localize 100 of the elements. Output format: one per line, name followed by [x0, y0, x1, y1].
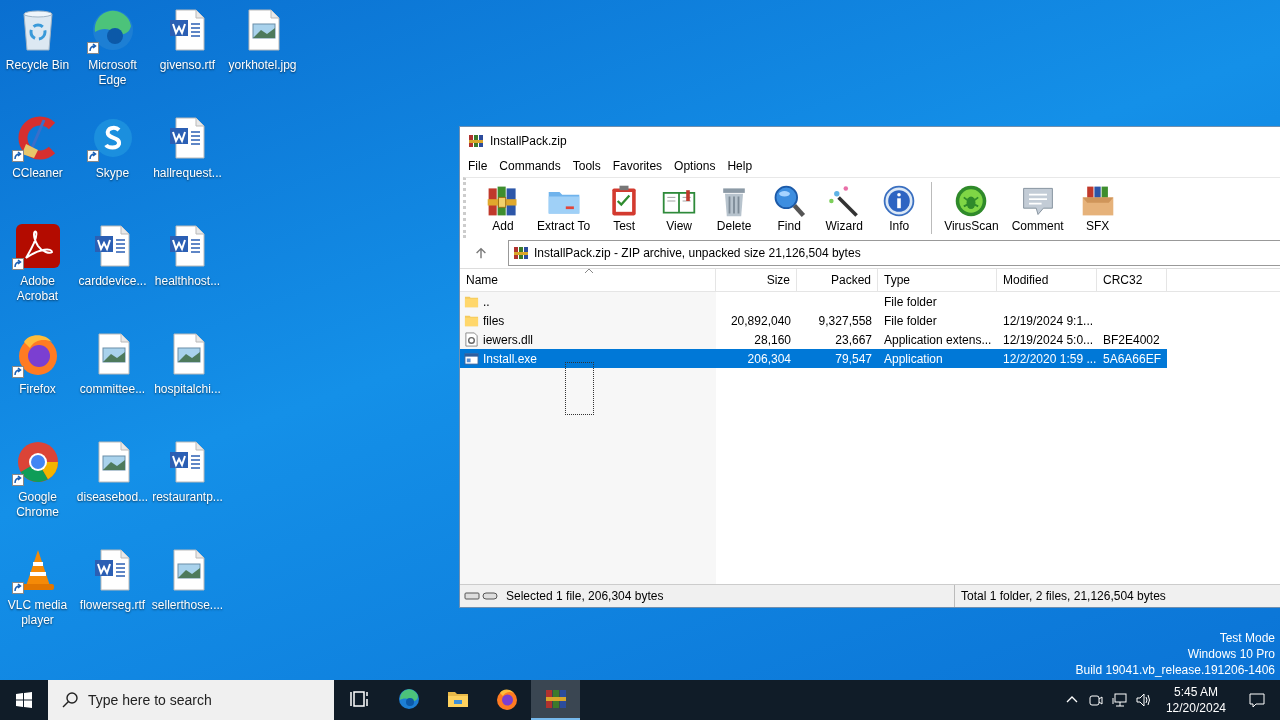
table-cell: 23,667: [835, 332, 872, 347]
acrobat-icon: [13, 222, 62, 270]
desktop-shortcut[interactable]: CCleaner: [0, 114, 75, 222]
desktop-shortcut[interactable]: Firefox: [0, 330, 75, 438]
column-header[interactable]: Packed: [797, 269, 878, 291]
table-cell: 9,327,558: [818, 313, 872, 328]
column-header[interactable]: Modified: [997, 269, 1097, 291]
gear-file-icon: [464, 332, 479, 347]
desktop-shortcut-label: Skype: [94, 166, 131, 181]
window-icon: [464, 351, 479, 366]
desktop-shortcut[interactable]: Adobe Acrobat: [0, 222, 75, 330]
desktop-shortcut-label: flowerseg.rtf: [78, 598, 147, 613]
toolbar-button[interactable]: Extract To: [533, 183, 595, 233]
menu-item[interactable]: Help: [721, 157, 759, 175]
table-cell: 28,160: [754, 332, 791, 347]
toolbar-button[interactable]: Info: [874, 183, 925, 233]
file-row[interactable]: files 20,892,040 9,327,558 File folder 12/19/2024 9:1...: [460, 311, 1167, 330]
desktop-shortcut-label: yorkhotel.jpg: [227, 58, 298, 73]
table-cell: 12/19/2024 5:0...: [1003, 332, 1094, 347]
menu-item[interactable]: Favorites: [606, 157, 669, 175]
search-field[interactable]: Type here to search: [48, 680, 334, 720]
column-header[interactable]: Name: [460, 269, 716, 291]
address-field[interactable]: InstallPack.zip - ZIP archive, unpacked size 21,126,504 bytes: [508, 240, 1280, 266]
desktop-shortcut-label: carddevice...: [77, 274, 148, 289]
desktop-shortcut-label: hallrequest...: [152, 166, 223, 181]
windows-logo-icon: [16, 692, 32, 708]
network-icon[interactable]: [1111, 692, 1128, 708]
column-header[interactable]: CRC32: [1097, 269, 1167, 291]
clock[interactable]: 5:45 AM 12/20/2024: [1159, 684, 1232, 716]
toolbar-button[interactable]: Delete: [709, 183, 760, 233]
table-cell: BF2E4002: [1103, 332, 1160, 347]
toolbar-button[interactable]: Add: [478, 183, 528, 233]
firefox-icon: [494, 687, 519, 711]
folder-icon: [464, 313, 479, 328]
menu-item[interactable]: File: [462, 157, 494, 175]
desktop-shortcut-label: Firefox: [18, 382, 57, 397]
file-name: Install.exe: [483, 351, 538, 366]
menu-item[interactable]: Commands: [493, 157, 567, 175]
desktop-shortcut[interactable]: healthhost...: [150, 222, 225, 330]
desktop-shortcut-label: Adobe Acrobat: [15, 274, 60, 304]
notification-icon[interactable]: [1248, 691, 1266, 709]
status-text: Selected 1 file, 206,304 bytes: [506, 589, 664, 603]
desktop-shortcut-label: VLC media player: [6, 598, 69, 628]
desktop-shortcut-label: givenso.rtf: [158, 58, 217, 73]
desktop-shortcut[interactable]: sellerthose....: [150, 546, 225, 654]
camera-icon[interactable]: [1087, 692, 1104, 708]
file-name: ..: [483, 294, 490, 309]
desktop-shortcut-label: diseasebod...: [75, 490, 150, 505]
desktop-shortcut-label: committee...: [78, 382, 147, 397]
toolbar-button[interactable]: SFX: [1072, 183, 1123, 233]
archive-icon: [468, 133, 484, 149]
desktop-shortcut[interactable]: Recycle Bin: [0, 6, 75, 114]
column-header[interactable]: Size: [716, 269, 797, 291]
file-row[interactable]: .. File folder: [460, 292, 1167, 311]
selection-marquee: [565, 362, 594, 415]
file-row[interactable]: iewers.dll 28,160 23,667 Application extens... 12/19/2024 5:0... BF2E4002: [460, 330, 1167, 349]
table-cell: 12/2/2020 1:59 ...: [1003, 351, 1097, 366]
toolbar-button[interactable]: Find: [764, 183, 815, 233]
desktop-shortcut-label: sellerthose....: [150, 598, 225, 613]
file-row[interactable]: Install.exe 206,304 79,547 Application 12/2/2020 1:59 ... 5A6A66EF: [460, 349, 1167, 368]
up-arrow-icon[interactable]: [474, 246, 488, 260]
desktop-shortcut-label: healthhost...: [153, 274, 222, 289]
desktop-shortcut[interactable]: Skype: [75, 114, 150, 222]
file-name: iewers.dll: [483, 332, 533, 347]
desktop-shortcut[interactable]: Microsoft Edge: [75, 6, 150, 114]
toolbar-button[interactable]: Test: [599, 183, 650, 233]
menu-item[interactable]: Tools: [566, 157, 607, 175]
desktop-shortcut-label: restaurantp...: [151, 490, 224, 505]
desktop-shortcut-label: Microsoft Edge: [87, 58, 138, 88]
desktop-shortcut-label: Google Chrome: [15, 490, 60, 520]
status-text: Total 1 folder, 2 files, 21,126,504 bytes: [961, 589, 1166, 603]
toolbar-button[interactable]: Wizard: [819, 183, 870, 233]
desktop-shortcut[interactable]: VLC media player: [0, 546, 75, 654]
desktop-shortcut[interactable]: yorkhotel.jpg: [225, 6, 300, 114]
table-cell: 79,547: [835, 351, 872, 366]
archive-icon: [543, 687, 568, 711]
table-cell: Application: [884, 351, 943, 366]
toolbar-button[interactable]: View: [654, 183, 705, 233]
desktop-shortcut-label: hospitalchi...: [153, 382, 222, 397]
windows-build-text: Build 19041.vb_release.191206-1406: [1075, 662, 1275, 678]
column-header[interactable]: Type: [878, 269, 997, 291]
table-cell: File folder: [884, 294, 937, 309]
desktop-shortcut[interactable]: flowerseg.rtf: [75, 546, 150, 654]
desktop-shortcut[interactable]: givenso.rtf: [150, 6, 225, 114]
windows-build-text: Windows 10 Pro: [1187, 646, 1275, 662]
volume-icon[interactable]: [1135, 692, 1152, 708]
windows-build-text: Test Mode: [1219, 630, 1275, 646]
desktop-shortcut[interactable]: committee...: [75, 330, 150, 438]
desktop-shortcut-label: Recycle Bin: [4, 58, 71, 73]
table-cell: 12/19/2024 9:1...: [1003, 313, 1094, 328]
table-cell: 206,304: [747, 351, 791, 366]
toolbar-button[interactable]: Comment: [1007, 183, 1068, 233]
file-name: files: [483, 313, 505, 328]
toolbar-button[interactable]: VirusScan: [940, 183, 1003, 233]
table-cell: Application extens...: [884, 332, 992, 347]
desktop-shortcut[interactable]: hallrequest...: [150, 114, 225, 222]
desktop-shortcut-label: CCleaner: [11, 166, 64, 181]
desktop-shortcut[interactable]: hospitalchi...: [150, 330, 225, 438]
desktop-shortcut[interactable]: carddevice...: [75, 222, 150, 330]
menu-item[interactable]: Options: [668, 157, 722, 175]
